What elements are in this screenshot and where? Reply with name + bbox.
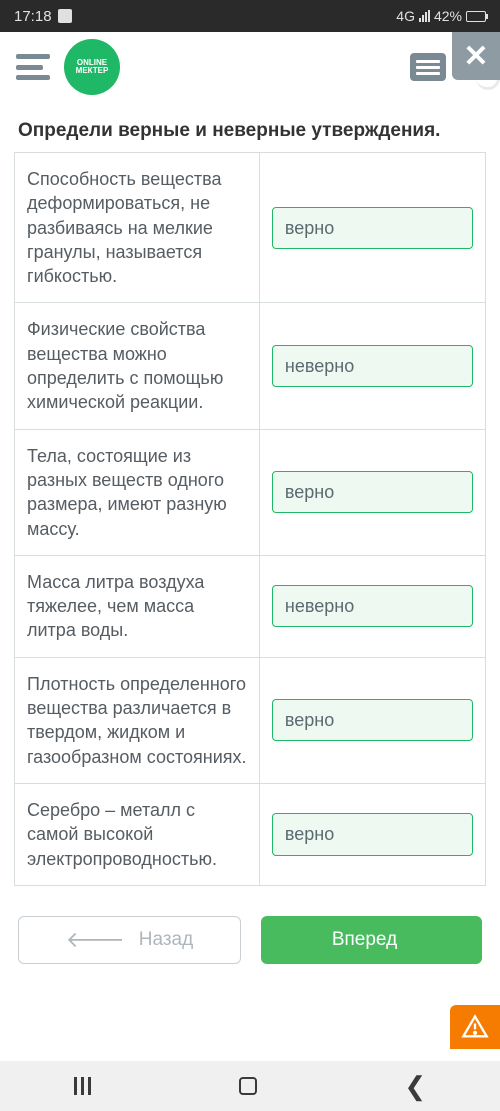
table-row: Тела, состоящие из разных веществ одного… bbox=[15, 429, 486, 555]
android-nav-bar: ❮ bbox=[0, 1061, 500, 1111]
home-icon[interactable] bbox=[239, 1077, 257, 1095]
status-app-icon bbox=[58, 9, 72, 23]
statement-cell: Способность вещества деформироваться, не… bbox=[15, 153, 260, 303]
table-row: Способность вещества деформироваться, не… bbox=[15, 153, 486, 303]
answer-select[interactable]: неверно bbox=[272, 345, 473, 387]
table-row: Плотность определенного вещества различа… bbox=[15, 657, 486, 783]
forward-button[interactable]: Вперед bbox=[261, 916, 482, 964]
back-icon[interactable]: ❮ bbox=[404, 1071, 426, 1102]
table-row: Серебро – металл с самой высокой электро… bbox=[15, 783, 486, 885]
answer-select[interactable]: верно bbox=[272, 699, 473, 741]
status-battery-pct: 42% bbox=[434, 8, 462, 24]
statement-cell: Тела, состоящие из разных веществ одного… bbox=[15, 429, 260, 555]
logo-line2: МЕКТЕР bbox=[76, 67, 109, 75]
battery-icon bbox=[466, 11, 486, 22]
recent-apps-icon[interactable] bbox=[74, 1077, 91, 1095]
statement-cell: Масса литра воздуха тяжелее, чем масса л… bbox=[15, 555, 260, 657]
answer-cell: верно bbox=[259, 429, 485, 555]
question-title: Определи верные и неверные утверждения. bbox=[14, 116, 486, 146]
status-bar: 17:18 4G 42% bbox=[0, 0, 500, 32]
statement-cell: Серебро – металл с самой высокой электро… bbox=[15, 783, 260, 885]
answer-cell: верно bbox=[259, 657, 485, 783]
answer-select[interactable]: верно bbox=[272, 207, 473, 249]
table-row: Масса литра воздуха тяжелее, чем масса л… bbox=[15, 555, 486, 657]
close-button[interactable]: ✕ bbox=[452, 32, 500, 80]
warning-icon bbox=[461, 1013, 489, 1041]
warning-tab[interactable] bbox=[450, 1005, 500, 1049]
arrow-left-icon: 🡐 bbox=[66, 927, 125, 953]
menu-icon[interactable] bbox=[16, 54, 50, 80]
answer-select[interactable]: неверно bbox=[272, 585, 473, 627]
table-row: Физические свойства вещества можно опред… bbox=[15, 303, 486, 429]
site-logo[interactable]: ONLINE МЕКТЕР bbox=[64, 39, 120, 95]
answer-select[interactable]: верно bbox=[272, 471, 473, 513]
answer-select[interactable]: верно bbox=[272, 813, 473, 855]
back-button[interactable]: 🡐 Назад bbox=[18, 916, 241, 964]
content-area: Определи верные и неверные утверждения. … bbox=[0, 102, 500, 886]
signal-icon bbox=[419, 10, 430, 22]
answer-cell: верно bbox=[259, 153, 485, 303]
answer-cell: неверно bbox=[259, 555, 485, 657]
answer-cell: неверно bbox=[259, 303, 485, 429]
status-time: 17:18 bbox=[14, 8, 52, 25]
list-icon[interactable] bbox=[410, 53, 446, 81]
status-network: 4G bbox=[396, 8, 415, 24]
quiz-table: Способность вещества деформироваться, не… bbox=[14, 152, 486, 886]
forward-label: Вперед bbox=[332, 929, 397, 951]
answer-cell: верно bbox=[259, 783, 485, 885]
nav-row: 🡐 Назад Вперед bbox=[0, 886, 500, 964]
back-label: Назад bbox=[139, 929, 193, 951]
statement-cell: Плотность определенного вещества различа… bbox=[15, 657, 260, 783]
statement-cell: Физические свойства вещества можно опред… bbox=[15, 303, 260, 429]
app-header: ONLINE МЕКТЕР ✕ bbox=[0, 32, 500, 102]
